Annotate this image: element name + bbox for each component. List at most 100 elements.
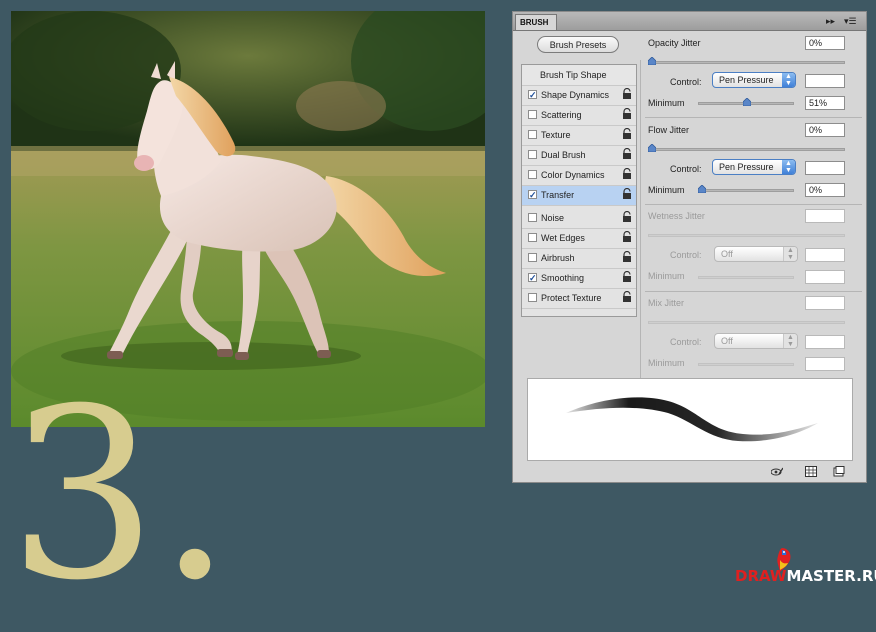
updown-arrows-icon: ▲ ▼	[782, 73, 795, 87]
checkbox-icon[interactable]	[528, 293, 537, 302]
flow-minimum-slider[interactable]	[698, 185, 794, 193]
option-airbrush[interactable]: Airbrush	[522, 249, 636, 269]
opacity-minimum-field[interactable]: 51%	[805, 96, 845, 110]
wetness-minimum-slider[interactable]	[698, 276, 794, 279]
option-transfer[interactable]: ✓ Transfer	[522, 186, 636, 206]
lock-icon[interactable]	[622, 251, 632, 263]
select-value: Pen Pressure	[719, 162, 774, 172]
updown-arrows-icon: ▲ ▼	[783, 334, 797, 348]
opacity-control-field[interactable]	[805, 74, 845, 88]
checkbox-icon[interactable]	[528, 233, 537, 242]
opacity-jitter-slider[interactable]	[648, 57, 845, 65]
mix-minimum-field[interactable]	[805, 357, 845, 371]
section-divider	[645, 117, 862, 118]
option-smoothing[interactable]: ✓ Smoothing	[522, 269, 636, 289]
opacity-minimum-label: Minimum	[648, 98, 685, 108]
flow-jitter-label: Flow Jitter	[648, 125, 690, 135]
section-divider	[645, 204, 862, 205]
option-shape-dynamics[interactable]: ✓ Shape Dynamics	[522, 86, 636, 106]
option-noise[interactable]: Noise	[522, 209, 636, 229]
brush-tab[interactable]: BRUSH	[515, 14, 557, 30]
checkbox-icon[interactable]	[528, 110, 537, 119]
lock-icon[interactable]	[622, 168, 632, 180]
opacity-jitter-field[interactable]: 0%	[805, 36, 845, 50]
step-number: 3.	[8, 359, 233, 632]
option-label: Transfer	[541, 190, 575, 200]
checkbox-icon[interactable]	[528, 253, 537, 262]
mix-jitter-label: Mix Jitter	[648, 298, 684, 308]
mix-control-field[interactable]	[805, 335, 845, 349]
eye-brush-icon[interactable]	[771, 466, 783, 477]
option-scattering[interactable]: Scattering	[522, 106, 636, 126]
brush-options-list: Brush Tip Shape ✓ Shape Dynamics Scatter…	[521, 64, 637, 317]
checkbox-icon[interactable]	[528, 130, 537, 139]
grid-icon[interactable]	[805, 466, 817, 477]
flow-control-field[interactable]	[805, 161, 845, 175]
lock-icon[interactable]	[622, 188, 632, 200]
option-label: Texture	[541, 130, 571, 140]
brush-panel: BRUSH ▸▸ ▾☰ Brush Presets Brush Tip Shap…	[512, 11, 867, 483]
wetness-jitter-label: Wetness Jitter	[648, 211, 705, 221]
option-label: Wet Edges	[541, 233, 585, 243]
lock-icon[interactable]	[622, 108, 632, 120]
option-brush-tip-shape[interactable]: Brush Tip Shape	[522, 65, 636, 86]
column-divider	[640, 60, 641, 378]
option-protect-texture[interactable]: Protect Texture	[522, 289, 636, 309]
option-label: Smoothing	[541, 273, 585, 283]
checkbox-icon[interactable]	[528, 213, 537, 222]
double-arrow-icon[interactable]: ▸▸	[826, 15, 835, 27]
option-label: Brush Tip Shape	[540, 70, 607, 80]
mix-minimum-slider[interactable]	[698, 363, 794, 366]
option-label: Dual Brush	[541, 150, 586, 160]
wetness-control-field[interactable]	[805, 248, 845, 262]
select-value: Pen Pressure	[719, 75, 774, 85]
checkbox-checked-icon[interactable]: ✓	[528, 190, 537, 200]
wetness-jitter-slider[interactable]	[648, 234, 845, 237]
lock-icon[interactable]	[622, 291, 632, 303]
mix-jitter-field[interactable]	[805, 296, 845, 310]
mix-control-select[interactable]: Off ▲ ▼	[714, 333, 798, 349]
slider-thumb-icon[interactable]	[648, 57, 656, 65]
wetness-control-select[interactable]: Off ▲ ▼	[714, 246, 798, 262]
wetness-control-label: Control:	[670, 250, 702, 260]
opacity-control-select[interactable]: Pen Pressure ▲ ▼	[712, 72, 796, 88]
lock-icon[interactable]	[622, 88, 632, 100]
checkbox-checked-icon[interactable]: ✓	[528, 90, 537, 100]
lock-icon[interactable]	[622, 231, 632, 243]
option-label: Shape Dynamics	[541, 90, 610, 100]
option-color-dynamics[interactable]: Color Dynamics	[522, 166, 636, 186]
wetness-minimum-field[interactable]	[805, 270, 845, 284]
select-value: Off	[721, 249, 733, 259]
slider-thumb-icon[interactable]	[743, 98, 751, 106]
lock-icon[interactable]	[622, 271, 632, 283]
option-label: Noise	[541, 213, 565, 223]
slider-thumb-icon[interactable]	[698, 185, 706, 193]
lock-icon[interactable]	[622, 128, 632, 140]
option-label: Scattering	[541, 110, 582, 120]
slider-thumb-icon[interactable]	[648, 144, 656, 152]
mix-jitter-slider[interactable]	[648, 321, 845, 324]
checkbox-icon[interactable]	[528, 150, 537, 159]
flow-control-select[interactable]: Pen Pressure ▲ ▼	[712, 159, 796, 175]
mix-minimum-label: Minimum	[648, 358, 685, 368]
checkbox-checked-icon[interactable]: ✓	[528, 273, 537, 283]
panel-menu-icon[interactable]: ▾☰	[844, 15, 857, 27]
option-label: Protect Texture	[541, 293, 602, 303]
opacity-minimum-slider[interactable]	[698, 98, 794, 106]
wetness-jitter-field[interactable]	[805, 209, 845, 223]
watermark-draw: DRAW	[735, 567, 787, 585]
flow-minimum-field[interactable]: 0%	[805, 183, 845, 197]
checkbox-icon[interactable]	[528, 170, 537, 179]
section-divider	[645, 291, 862, 292]
brush-presets-button[interactable]: Brush Presets	[537, 36, 619, 53]
option-wet-edges[interactable]: Wet Edges	[522, 229, 636, 249]
panel-titlebar: BRUSH ▸▸ ▾☰	[513, 12, 866, 31]
lock-icon[interactable]	[622, 211, 632, 223]
option-dual-brush[interactable]: Dual Brush	[522, 146, 636, 166]
flow-jitter-field[interactable]: 0%	[805, 123, 845, 137]
lock-icon[interactable]	[622, 148, 632, 160]
option-texture[interactable]: Texture	[522, 126, 636, 146]
wetness-minimum-label: Minimum	[648, 271, 685, 281]
new-preset-icon[interactable]	[833, 466, 845, 477]
flow-jitter-slider[interactable]	[648, 144, 845, 152]
